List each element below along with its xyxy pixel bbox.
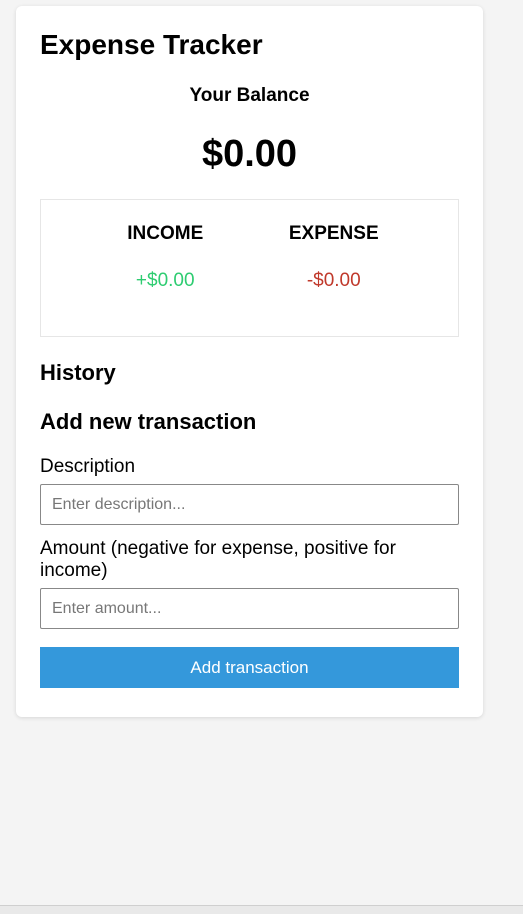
description-input[interactable] <box>40 484 459 525</box>
expense-column: EXPENSE -$0.00 <box>250 200 419 336</box>
income-label: INCOME <box>127 223 204 244</box>
history-heading: History <box>40 360 116 385</box>
app-title: Expense Tracker <box>40 29 263 60</box>
balance-label: Your Balance <box>189 85 310 106</box>
income-column: INCOME +$0.00 <box>81 200 250 336</box>
description-label: Description <box>40 456 136 477</box>
add-transaction-form: Description Amount (negative for expense… <box>40 456 459 688</box>
income-expense-summary: INCOME +$0.00 EXPENSE -$0.00 <box>40 199 459 337</box>
amount-input[interactable] <box>40 588 459 629</box>
balance-value: $0.00 <box>201 133 298 175</box>
expense-tracker-card: Expense Tracker Your Balance $0.00 INCOM… <box>16 6 483 717</box>
expense-label: EXPENSE <box>288 223 379 244</box>
income-value: +$0.00 <box>135 270 195 291</box>
window-bottom-edge <box>0 905 523 914</box>
amount-label: Amount (negative for expense, positive f… <box>40 538 396 581</box>
add-transaction-button[interactable]: Add transaction <box>40 647 459 688</box>
expense-value: -$0.00 <box>306 270 361 291</box>
add-transaction-heading: Add new transaction <box>40 409 257 434</box>
